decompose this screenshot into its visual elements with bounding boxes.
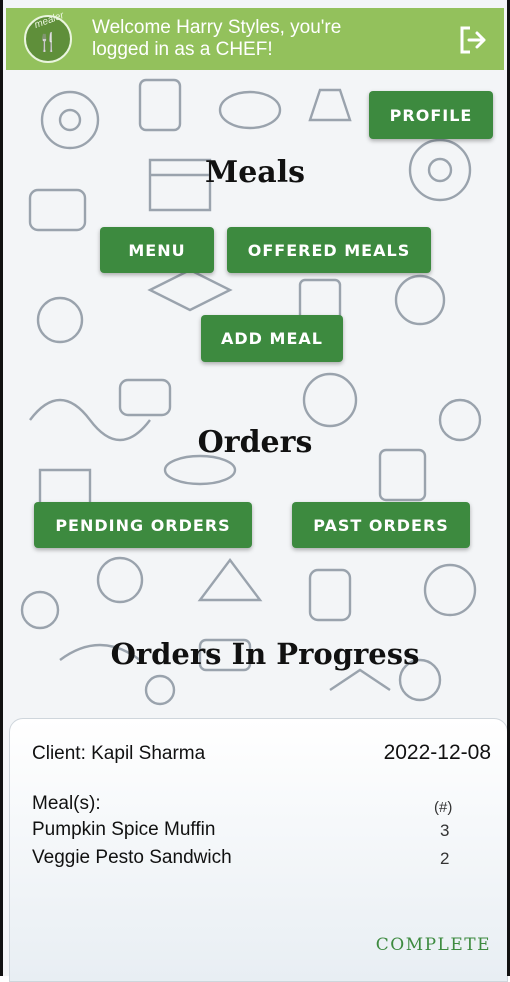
device-frame — [0, 0, 510, 976]
